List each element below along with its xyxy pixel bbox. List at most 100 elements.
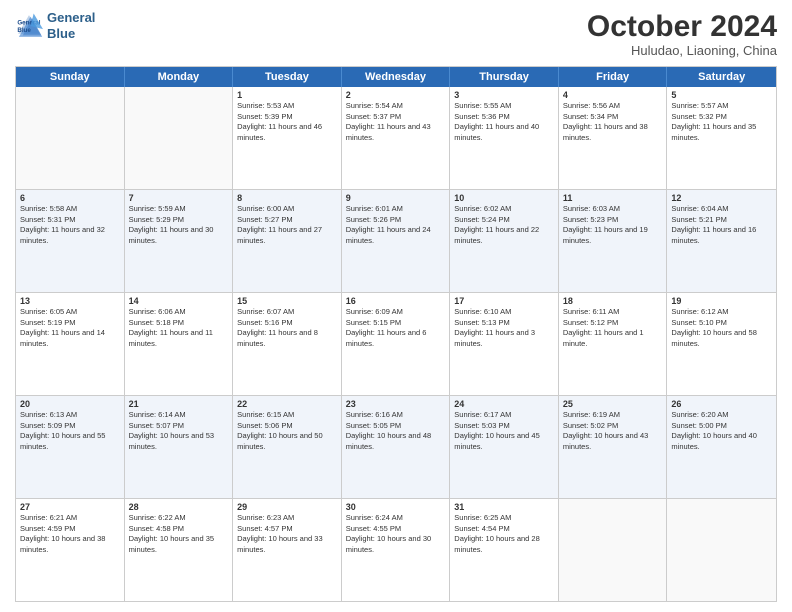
day-number: 8 bbox=[237, 193, 337, 203]
cell-info: Sunrise: 6:25 AMSunset: 4:54 PMDaylight:… bbox=[454, 513, 554, 555]
cal-cell: 18Sunrise: 6:11 AMSunset: 5:12 PMDayligh… bbox=[559, 293, 668, 395]
cal-cell: 29Sunrise: 6:23 AMSunset: 4:57 PMDayligh… bbox=[233, 499, 342, 601]
day-number: 12 bbox=[671, 193, 772, 203]
cell-info: Sunrise: 6:10 AMSunset: 5:13 PMDaylight:… bbox=[454, 307, 554, 349]
cal-header-friday: Friday bbox=[559, 67, 668, 87]
day-number: 2 bbox=[346, 90, 446, 100]
cell-info: Sunrise: 6:20 AMSunset: 5:00 PMDaylight:… bbox=[671, 410, 772, 452]
cell-info: Sunrise: 6:03 AMSunset: 5:23 PMDaylight:… bbox=[563, 204, 663, 246]
logo-text-general: General bbox=[47, 10, 95, 26]
cell-info: Sunrise: 6:00 AMSunset: 5:27 PMDaylight:… bbox=[237, 204, 337, 246]
day-number: 10 bbox=[454, 193, 554, 203]
cal-row-3: 20Sunrise: 6:13 AMSunset: 5:09 PMDayligh… bbox=[16, 395, 776, 498]
cal-row-4: 27Sunrise: 6:21 AMSunset: 4:59 PMDayligh… bbox=[16, 498, 776, 601]
cal-cell: 1Sunrise: 5:53 AMSunset: 5:39 PMDaylight… bbox=[233, 87, 342, 189]
cell-info: Sunrise: 6:24 AMSunset: 4:55 PMDaylight:… bbox=[346, 513, 446, 555]
cal-cell: 25Sunrise: 6:19 AMSunset: 5:02 PMDayligh… bbox=[559, 396, 668, 498]
cal-cell: 14Sunrise: 6:06 AMSunset: 5:18 PMDayligh… bbox=[125, 293, 234, 395]
day-number: 3 bbox=[454, 90, 554, 100]
day-number: 14 bbox=[129, 296, 229, 306]
calendar-header: SundayMondayTuesdayWednesdayThursdayFrid… bbox=[16, 67, 776, 87]
cell-info: Sunrise: 5:53 AMSunset: 5:39 PMDaylight:… bbox=[237, 101, 337, 143]
cal-cell: 28Sunrise: 6:22 AMSunset: 4:58 PMDayligh… bbox=[125, 499, 234, 601]
day-number: 22 bbox=[237, 399, 337, 409]
day-number: 16 bbox=[346, 296, 446, 306]
cal-cell: 5Sunrise: 5:57 AMSunset: 5:32 PMDaylight… bbox=[667, 87, 776, 189]
cal-cell: 31Sunrise: 6:25 AMSunset: 4:54 PMDayligh… bbox=[450, 499, 559, 601]
cell-info: Sunrise: 6:07 AMSunset: 5:16 PMDaylight:… bbox=[237, 307, 337, 349]
cell-info: Sunrise: 6:16 AMSunset: 5:05 PMDaylight:… bbox=[346, 410, 446, 452]
day-number: 20 bbox=[20, 399, 120, 409]
cal-cell: 4Sunrise: 5:56 AMSunset: 5:34 PMDaylight… bbox=[559, 87, 668, 189]
cal-cell: 22Sunrise: 6:15 AMSunset: 5:06 PMDayligh… bbox=[233, 396, 342, 498]
cal-cell: 7Sunrise: 5:59 AMSunset: 5:29 PMDaylight… bbox=[125, 190, 234, 292]
month-title: October 2024 bbox=[587, 10, 777, 43]
day-number: 28 bbox=[129, 502, 229, 512]
cal-cell: 21Sunrise: 6:14 AMSunset: 5:07 PMDayligh… bbox=[125, 396, 234, 498]
cell-info: Sunrise: 5:55 AMSunset: 5:36 PMDaylight:… bbox=[454, 101, 554, 143]
cell-info: Sunrise: 6:19 AMSunset: 5:02 PMDaylight:… bbox=[563, 410, 663, 452]
cell-info: Sunrise: 6:06 AMSunset: 5:18 PMDaylight:… bbox=[129, 307, 229, 349]
cal-cell: 16Sunrise: 6:09 AMSunset: 5:15 PMDayligh… bbox=[342, 293, 451, 395]
header: General Blue General Blue October 2024 H… bbox=[15, 10, 777, 58]
day-number: 5 bbox=[671, 90, 772, 100]
cell-info: Sunrise: 6:05 AMSunset: 5:19 PMDaylight:… bbox=[20, 307, 120, 349]
cal-cell bbox=[559, 499, 668, 601]
logo: General Blue General Blue bbox=[15, 10, 95, 41]
cal-cell: 19Sunrise: 6:12 AMSunset: 5:10 PMDayligh… bbox=[667, 293, 776, 395]
calendar-body: 1Sunrise: 5:53 AMSunset: 5:39 PMDaylight… bbox=[16, 87, 776, 601]
day-number: 24 bbox=[454, 399, 554, 409]
day-number: 17 bbox=[454, 296, 554, 306]
cal-cell: 23Sunrise: 6:16 AMSunset: 5:05 PMDayligh… bbox=[342, 396, 451, 498]
cal-header-monday: Monday bbox=[125, 67, 234, 87]
day-number: 30 bbox=[346, 502, 446, 512]
cell-info: Sunrise: 6:01 AMSunset: 5:26 PMDaylight:… bbox=[346, 204, 446, 246]
cell-info: Sunrise: 6:04 AMSunset: 5:21 PMDaylight:… bbox=[671, 204, 772, 246]
cell-info: Sunrise: 5:57 AMSunset: 5:32 PMDaylight:… bbox=[671, 101, 772, 143]
cal-cell bbox=[667, 499, 776, 601]
cell-info: Sunrise: 6:21 AMSunset: 4:59 PMDaylight:… bbox=[20, 513, 120, 555]
logo-icon: General Blue bbox=[15, 12, 43, 40]
cal-cell: 26Sunrise: 6:20 AMSunset: 5:00 PMDayligh… bbox=[667, 396, 776, 498]
cal-cell: 12Sunrise: 6:04 AMSunset: 5:21 PMDayligh… bbox=[667, 190, 776, 292]
cell-info: Sunrise: 5:59 AMSunset: 5:29 PMDaylight:… bbox=[129, 204, 229, 246]
svg-text:Blue: Blue bbox=[17, 27, 31, 34]
cell-info: Sunrise: 6:12 AMSunset: 5:10 PMDaylight:… bbox=[671, 307, 772, 349]
day-number: 27 bbox=[20, 502, 120, 512]
day-number: 26 bbox=[671, 399, 772, 409]
title-block: October 2024 Huludao, Liaoning, China bbox=[587, 10, 777, 58]
cal-cell: 27Sunrise: 6:21 AMSunset: 4:59 PMDayligh… bbox=[16, 499, 125, 601]
logo-text-blue: Blue bbox=[47, 26, 95, 42]
cal-cell: 9Sunrise: 6:01 AMSunset: 5:26 PMDaylight… bbox=[342, 190, 451, 292]
cal-cell: 15Sunrise: 6:07 AMSunset: 5:16 PMDayligh… bbox=[233, 293, 342, 395]
cal-header-tuesday: Tuesday bbox=[233, 67, 342, 87]
cell-info: Sunrise: 6:02 AMSunset: 5:24 PMDaylight:… bbox=[454, 204, 554, 246]
cell-info: Sunrise: 6:22 AMSunset: 4:58 PMDaylight:… bbox=[129, 513, 229, 555]
day-number: 6 bbox=[20, 193, 120, 203]
day-number: 13 bbox=[20, 296, 120, 306]
day-number: 29 bbox=[237, 502, 337, 512]
cal-header-saturday: Saturday bbox=[667, 67, 776, 87]
cal-header-sunday: Sunday bbox=[16, 67, 125, 87]
day-number: 18 bbox=[563, 296, 663, 306]
cell-info: Sunrise: 6:14 AMSunset: 5:07 PMDaylight:… bbox=[129, 410, 229, 452]
day-number: 15 bbox=[237, 296, 337, 306]
cal-cell: 20Sunrise: 6:13 AMSunset: 5:09 PMDayligh… bbox=[16, 396, 125, 498]
cal-row-0: 1Sunrise: 5:53 AMSunset: 5:39 PMDaylight… bbox=[16, 87, 776, 189]
cal-cell: 6Sunrise: 5:58 AMSunset: 5:31 PMDaylight… bbox=[16, 190, 125, 292]
cell-info: Sunrise: 5:58 AMSunset: 5:31 PMDaylight:… bbox=[20, 204, 120, 246]
day-number: 7 bbox=[129, 193, 229, 203]
cell-info: Sunrise: 6:09 AMSunset: 5:15 PMDaylight:… bbox=[346, 307, 446, 349]
day-number: 31 bbox=[454, 502, 554, 512]
cal-cell: 2Sunrise: 5:54 AMSunset: 5:37 PMDaylight… bbox=[342, 87, 451, 189]
cal-cell bbox=[16, 87, 125, 189]
cal-cell: 13Sunrise: 6:05 AMSunset: 5:19 PMDayligh… bbox=[16, 293, 125, 395]
cell-info: Sunrise: 6:23 AMSunset: 4:57 PMDaylight:… bbox=[237, 513, 337, 555]
cal-cell: 24Sunrise: 6:17 AMSunset: 5:03 PMDayligh… bbox=[450, 396, 559, 498]
calendar: SundayMondayTuesdayWednesdayThursdayFrid… bbox=[15, 66, 777, 602]
cal-cell: 17Sunrise: 6:10 AMSunset: 5:13 PMDayligh… bbox=[450, 293, 559, 395]
day-number: 23 bbox=[346, 399, 446, 409]
page: General Blue General Blue October 2024 H… bbox=[0, 0, 792, 612]
cal-header-wednesday: Wednesday bbox=[342, 67, 451, 87]
cal-row-2: 13Sunrise: 6:05 AMSunset: 5:19 PMDayligh… bbox=[16, 292, 776, 395]
